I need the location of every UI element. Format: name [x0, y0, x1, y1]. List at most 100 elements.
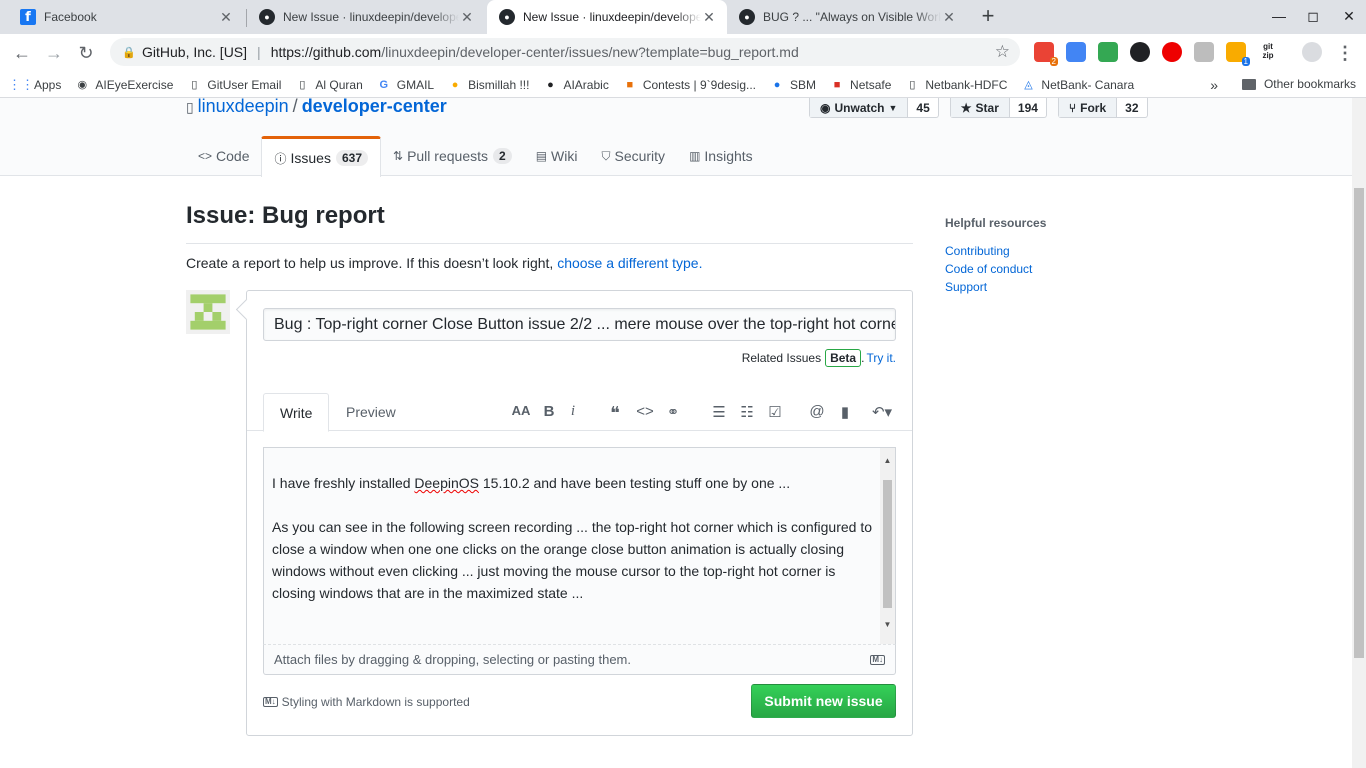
close-icon[interactable]: ✕: [701, 9, 717, 26]
extension-icon[interactable]: 1: [1226, 42, 1250, 66]
bookmark-item[interactable]: ▯ Al Quran: [295, 78, 362, 92]
repo-name-link[interactable]: developer-center: [302, 98, 447, 116]
submit-new-issue-button[interactable]: Submit new issue: [751, 684, 896, 718]
translate-extension-icon[interactable]: [1066, 42, 1086, 62]
page-scrollbar[interactable]: [1352, 98, 1366, 768]
bookmark-item[interactable]: ▯ Netbank-HDFC: [905, 78, 1007, 92]
bookmark-site-icon: ■: [833, 78, 841, 91]
profile-avatar-icon[interactable]: [1302, 42, 1322, 62]
tab-label: Security: [614, 148, 666, 164]
bookmark-star-icon[interactable]: ☆: [995, 42, 1010, 62]
gmail-extension-icon[interactable]: 2: [1034, 42, 1058, 66]
support-link[interactable]: Support: [945, 278, 1046, 296]
scroll-up-icon[interactable]: ▲: [883, 450, 892, 472]
fork-button[interactable]: ⑂ Fork: [1058, 98, 1117, 117]
close-icon[interactable]: ✕: [941, 9, 957, 26]
minimize-icon[interactable]: —: [1264, 8, 1294, 24]
bookmark-item[interactable]: G GMAIL: [377, 78, 434, 92]
try-it-link[interactable]: Try it.: [866, 351, 896, 365]
code-of-conduct-link[interactable]: Code of conduct: [945, 260, 1046, 278]
bookmark-item[interactable]: ● Bismillah !!!: [448, 77, 530, 92]
adblock-extension-icon[interactable]: [1162, 42, 1182, 62]
bookmark-label: Apps: [34, 77, 62, 92]
bookmark-item[interactable]: ◬ NetBank- Canara: [1021, 78, 1134, 92]
tab-pull-requests[interactable]: ⇅ Pull requests 2: [381, 136, 524, 176]
fork-count[interactable]: 32: [1116, 98, 1146, 117]
close-icon[interactable]: ✕: [218, 9, 234, 26]
bookmark-label: Bismillah !!!: [468, 77, 530, 92]
tab-label: Wiki: [551, 148, 578, 164]
markdown-icon: M↓: [263, 697, 278, 707]
tab-preview[interactable]: Preview: [330, 393, 412, 432]
other-bookmarks-label: Other bookmarks: [1263, 77, 1356, 91]
file-attach-area[interactable]: Attach files by dragging & dropping, sel…: [263, 645, 896, 675]
gitzip-label: git zip: [1262, 42, 1274, 60]
link-icon[interactable]: ⚭: [663, 403, 683, 421]
back-icon[interactable]: ←: [9, 40, 35, 66]
unwatch-button[interactable]: ◉ Unwatch ▼: [810, 98, 908, 117]
issue-title-input[interactable]: Bug : Top-right corner Close Button issu…: [263, 308, 896, 341]
new-tab-button[interactable]: +: [977, 5, 999, 28]
reload-icon[interactable]: ↻: [73, 40, 99, 66]
list-unordered-icon[interactable]: ☰: [709, 403, 729, 421]
star-count[interactable]: 194: [1008, 98, 1046, 117]
address-bar[interactable]: 🔒 GitHub, Inc. [US] | https://github.com…: [110, 38, 1020, 66]
page-icon: ▯: [299, 79, 306, 91]
repo-owner-link[interactable]: linuxdeepin: [198, 98, 289, 116]
extension-icon[interactable]: [1098, 42, 1118, 62]
scroll-thumb[interactable]: [883, 480, 892, 608]
tab-label: Issues: [290, 150, 331, 166]
maximize-icon[interactable]: ◻: [1298, 8, 1328, 25]
forward-icon[interactable]: →: [41, 40, 67, 66]
repo-actions: ◉ Unwatch ▼ 45 ★ Star 194 ⑂ Fork 32: [809, 98, 1148, 118]
reply-icon[interactable]: ↶▾: [867, 403, 897, 421]
issue-body-textarea[interactable]: I have freshly installed DeepinOS 15.10.…: [263, 447, 896, 645]
list-ordered-icon[interactable]: ☷: [737, 403, 757, 421]
browser-tab-facebook[interactable]: f Facebook ✕: [8, 0, 244, 34]
text-size-icon[interactable]: AA: [511, 403, 531, 418]
quote-icon[interactable]: ❝: [605, 403, 625, 424]
watch-count[interactable]: 45: [907, 98, 937, 117]
bookmark-apps[interactable]: ⋮⋮ Apps: [8, 77, 62, 92]
bold-icon[interactable]: B: [539, 403, 559, 420]
textarea-scrollbar[interactable]: ▲ ▼: [880, 448, 895, 644]
gitzip-extension-icon[interactable]: git zip: [1258, 42, 1278, 62]
tab-issues[interactable]: ⓘ Issues 637: [261, 136, 381, 177]
bookmark-item[interactable]: ■ Contests | 9`9desig...: [623, 78, 757, 92]
bookmark-label: AIEyeExercise: [95, 77, 174, 92]
bookmark-icon[interactable]: ▮: [835, 403, 855, 421]
other-bookmarks-folder[interactable]: Other bookmarks: [1241, 77, 1356, 91]
browser-tab-bug[interactable]: ● BUG ? ... "Always on Visible Workspace…: [727, 0, 967, 34]
bookmark-item[interactable]: ● SBM: [770, 78, 816, 92]
italic-icon[interactable]: i: [563, 403, 583, 420]
star-button[interactable]: ★ Star: [950, 98, 1009, 117]
star-group: ★ Star 194: [949, 98, 1047, 118]
bookmark-item[interactable]: ◉ AIEyeExercise: [75, 77, 174, 92]
extension-icon[interactable]: [1130, 42, 1150, 62]
choose-different-type-link[interactable]: choose a different type.: [557, 255, 702, 271]
scroll-down-icon[interactable]: ▼: [883, 614, 892, 636]
tab-wiki[interactable]: ▤ Wiki: [524, 136, 590, 176]
bookmark-item[interactable]: ■ Netsafe: [830, 78, 892, 92]
tasklist-icon[interactable]: ☑: [765, 403, 785, 421]
tab-security[interactable]: ⛉ Security: [589, 136, 677, 176]
browser-tab-new-issue-1[interactable]: ● New Issue · linuxdeepin/developer-cent…: [247, 0, 485, 34]
tab-code[interactable]: <> Code: [186, 136, 261, 176]
browser-tab-new-issue-active[interactable]: ● New Issue · linuxdeepin/developer-cent…: [487, 0, 727, 34]
avatar[interactable]: [186, 290, 230, 334]
page-scroll-thumb[interactable]: [1354, 188, 1364, 658]
bookmark-item[interactable]: ▯ GitUser Email: [187, 78, 281, 92]
bookmark-label: GitUser Email: [207, 77, 282, 92]
window-close-icon[interactable]: ✕: [1334, 8, 1364, 25]
extension-icon[interactable]: [1194, 42, 1214, 62]
code-icon[interactable]: <>: [635, 403, 655, 420]
close-icon[interactable]: ✕: [459, 9, 475, 26]
tab-insights[interactable]: ▥ Insights: [677, 136, 765, 176]
tab-write[interactable]: Write: [263, 393, 330, 432]
contributing-link[interactable]: Contributing: [945, 242, 1046, 260]
mention-icon[interactable]: @: [807, 403, 827, 420]
markdown-note-text[interactable]: Styling with Markdown is supported: [282, 695, 470, 709]
bookmarks-overflow-button[interactable]: »: [1210, 77, 1218, 93]
bookmark-item[interactable]: ● AIArabic: [543, 78, 609, 92]
menu-kebab-icon[interactable]: ⋮: [1332, 40, 1358, 66]
